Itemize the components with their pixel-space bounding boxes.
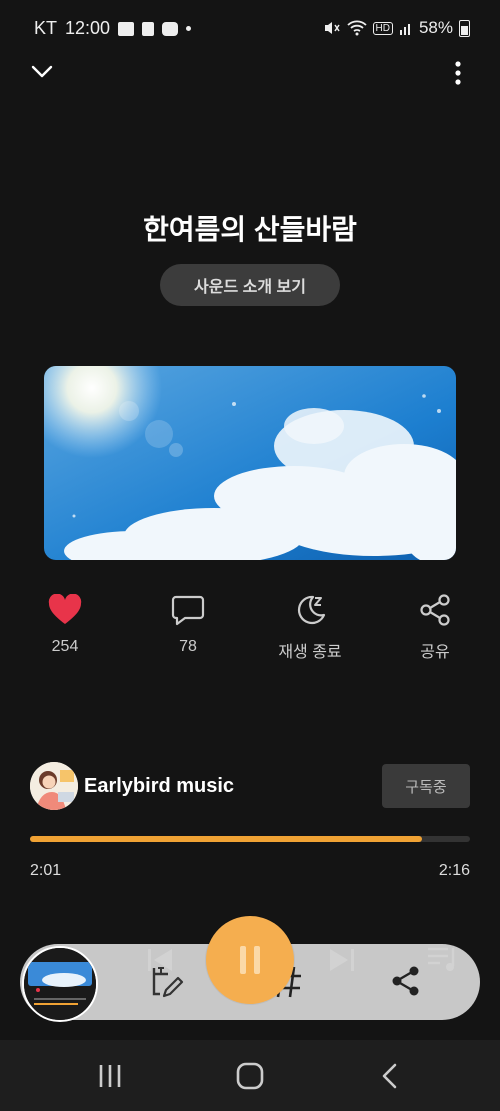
status-bar: KT 12:00 HD 58% [0, 0, 500, 56]
subscribe-button[interactable]: 구독중 [382, 764, 470, 808]
battery-percent: 58% [418, 18, 453, 37]
pause-icon [240, 946, 260, 974]
system-navigation-bar [0, 1040, 500, 1111]
comment-count: 78 [179, 638, 197, 655]
more-notifications-icon [186, 26, 192, 31]
more-options-icon[interactable] [448, 60, 468, 88]
heart-icon [48, 594, 82, 624]
total-time: 2:16 [438, 862, 470, 879]
sleep-timer-label: 재생 종료 [278, 644, 342, 661]
like-count: 254 [51, 638, 79, 655]
channel-name[interactable]: Earlybird music [84, 775, 234, 798]
channel-avatar[interactable] [30, 762, 78, 810]
dock-screenshot-thumbnail[interactable] [22, 946, 98, 1022]
collapse-chevron-icon[interactable] [30, 62, 54, 82]
progress-fill [30, 836, 422, 842]
hd-voice-icon: HD [372, 21, 393, 35]
wifi-icon [346, 20, 367, 36]
dock-share-icon[interactable] [390, 964, 422, 998]
sound-intro-button[interactable]: 사운드 소개 보기 [160, 264, 340, 306]
clock: 12:00 [65, 18, 111, 38]
recent-apps-icon[interactable] [96, 1062, 124, 1090]
mute-icon [324, 22, 340, 34]
battery-icon [459, 19, 470, 37]
share-label: 공유 [420, 644, 450, 661]
carrier: KT [34, 18, 58, 38]
share-button[interactable]: 공유 [390, 590, 480, 662]
like-button[interactable]: 254 [20, 590, 110, 656]
channel-row[interactable]: Earlybird music [30, 762, 234, 810]
current-time: 2:01 [30, 862, 62, 879]
play-pause-button[interactable] [206, 916, 294, 1004]
track-artwork [44, 366, 456, 560]
edit-capture-icon[interactable] [148, 964, 188, 1002]
music-notification-icon [142, 21, 155, 36]
signal-icon [399, 24, 410, 35]
share-icon [420, 594, 450, 626]
sleep-timer-icon [297, 595, 326, 625]
back-icon[interactable] [378, 1062, 402, 1090]
comment-button[interactable]: 78 [143, 590, 233, 656]
comment-icon [171, 595, 205, 626]
home-icon[interactable] [234, 1060, 266, 1092]
track-title: 한여름의 산들바람 [143, 214, 357, 245]
progress-bar[interactable] [30, 836, 470, 842]
youtube-notification-icon [162, 21, 179, 36]
gallery-notification-icon [118, 21, 135, 36]
sleep-timer-button[interactable]: 재생 종료 [265, 590, 355, 662]
